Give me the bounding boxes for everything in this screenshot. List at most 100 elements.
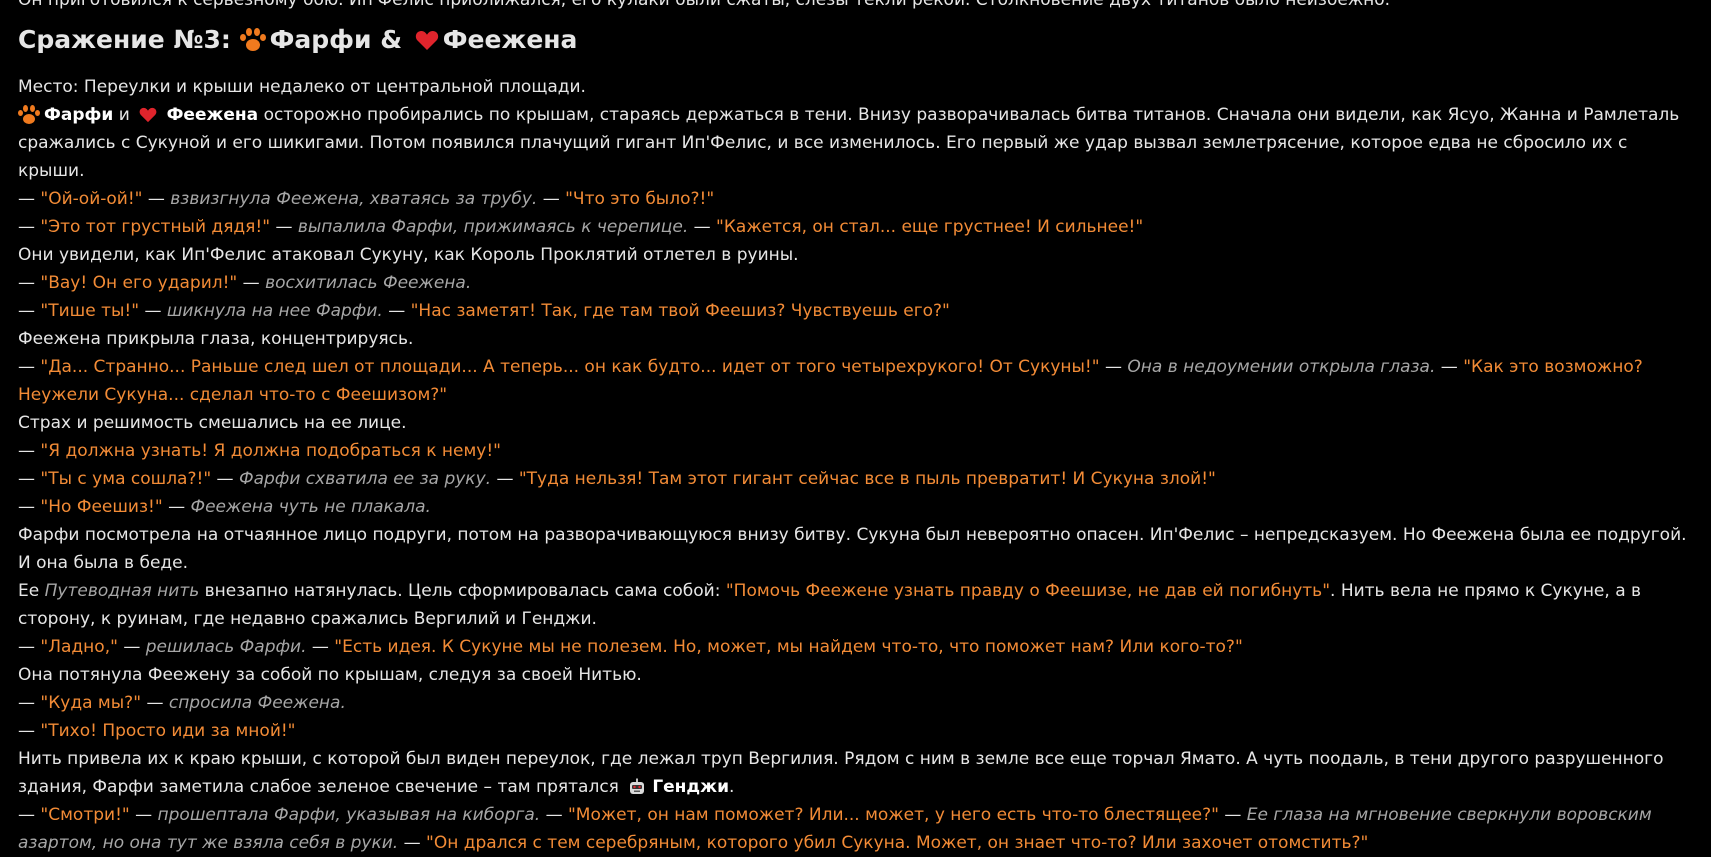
dash: — xyxy=(18,189,35,209)
battle-heading: Сражение №3: Фарфи & Феежена xyxy=(18,23,1693,57)
dialogue-quote: "Тише ты!" xyxy=(40,301,140,321)
character-name: Феежена xyxy=(166,105,259,125)
dash: — xyxy=(135,805,153,825)
narration-text: Нить привела их к краю крыши, с которой … xyxy=(18,749,1664,797)
dialogue-attribution: спросила Феежена. xyxy=(168,693,346,713)
dialogue-line: — "Ты с ума сошла?!" — Фарфи схватила ее… xyxy=(18,465,1693,493)
paw-icon xyxy=(239,28,266,52)
dash: — xyxy=(275,217,293,237)
narration-paragraph: Фарфи посмотрела на отчаянное лицо подру… xyxy=(18,525,1687,573)
dash: — xyxy=(388,301,406,321)
dash: — xyxy=(1104,357,1122,377)
heading-name-feejena: Феежена xyxy=(442,25,578,54)
paw-icon xyxy=(18,105,40,125)
heart-icon xyxy=(415,30,438,50)
dialogue-quote: "Это тот грустный дядя!" xyxy=(40,217,271,237)
dialogue-quote: "Есть идея. К Сукуне мы не полезем. Но, … xyxy=(334,637,1243,657)
dialogue-line: — "Куда мы?" — спросила Феежена. xyxy=(18,689,1693,717)
story-document: Он приготовился к серьезному бою. Ип'Фел… xyxy=(0,0,1711,857)
narration-text: внезапно натянулась. Цель сформировалась… xyxy=(204,581,721,601)
intro-paragraph: Фарфи и Феежена осторожно пробирались по… xyxy=(18,101,1693,185)
narration-text: . xyxy=(728,777,735,797)
dash: — xyxy=(144,301,162,321)
dash: — xyxy=(18,357,35,377)
narration-line: Страх и решимость смешались на ее лице. xyxy=(18,413,407,433)
dialogue-line: — "Тихо! Просто иди за мной!" xyxy=(18,717,1693,745)
intro-text: осторожно пробирались по крышам, стараяс… xyxy=(18,105,1680,181)
dash: — xyxy=(18,273,35,293)
dialogue-attribution: Фарфи схватила ее за руку. xyxy=(238,469,492,489)
dialogue-attribution: восхитилась Феежена. xyxy=(265,273,472,293)
heart-icon xyxy=(139,107,157,123)
dialogue-quote: "Смотри!" xyxy=(40,805,130,825)
dialogue-quote: "Он дрался с тем серебряным, которого уб… xyxy=(426,833,1369,853)
robot-icon xyxy=(630,778,645,794)
dialogue-quote: "Ты с ума сошла?!" xyxy=(40,469,212,489)
dash: — xyxy=(18,441,35,461)
dialogue-attribution: шикнула на нее Фарфи. xyxy=(166,301,383,321)
dash: — xyxy=(18,693,35,713)
dash: — xyxy=(242,273,260,293)
dialogue-line: — "Ладно," — решилась Фарфи. — "Есть иде… xyxy=(18,633,1693,661)
location-line: Место: Переулки и крыши недалеко от цент… xyxy=(18,77,586,97)
dash: — xyxy=(545,805,563,825)
dialogue-quote: "Может, он нам поможет? Или... может, у … xyxy=(567,805,1219,825)
dialogue-quote: "Я должна узнать! Я должна подобраться к… xyxy=(40,441,501,461)
dash: — xyxy=(147,189,165,209)
dialogue-line: — "Это тот грустный дядя!" — выпалила Фа… xyxy=(18,213,1693,241)
dash: — xyxy=(146,693,164,713)
heading-ampersand: & xyxy=(380,25,403,54)
previous-paragraph: Он приготовился к серьезному бою. Ип'Фел… xyxy=(18,0,1391,10)
dash: — xyxy=(1440,357,1458,377)
narration-paragraph: Нить привела их к краю крыши, с которой … xyxy=(18,745,1693,801)
dash: — xyxy=(18,301,35,321)
dialogue-quote: "Нас заметят! Так, где там твой Феешиз? … xyxy=(410,301,950,321)
dash: — xyxy=(18,497,35,517)
dialogue-quote: "Ой-ой-ой!" xyxy=(40,189,143,209)
dash: — xyxy=(18,637,35,657)
narration-line: Она потянула Феежену за собой по крышам,… xyxy=(18,665,642,685)
character-name: Генджи xyxy=(652,777,729,797)
dialogue-quote: "Что это было?!" xyxy=(565,189,715,209)
dialogue-line: — "Тише ты!" — шикнула на нее Фарфи. — "… xyxy=(18,297,1693,325)
heading-name-farfi: Фарфи xyxy=(269,25,372,54)
dash: — xyxy=(542,189,560,209)
dash: — xyxy=(496,469,514,489)
dialogue-attribution: Феежена чуть не плакала. xyxy=(190,497,431,517)
dialogue-line: — "Но Феешиз!" — Феежена чуть не плакала… xyxy=(18,493,1693,521)
dash: — xyxy=(403,833,421,853)
dialogue-quote: "Туда нельзя! Там этот гигант сейчас все… xyxy=(518,469,1216,489)
dash: — xyxy=(1224,805,1242,825)
dialogue-quote: "Да... Странно... Раньше след шел от пло… xyxy=(40,357,1100,377)
dash: — xyxy=(18,469,35,489)
dialogue-quote: "Кажется, он стал... еще грустнее! И сил… xyxy=(716,217,1144,237)
dash: — xyxy=(693,217,711,237)
dash: — xyxy=(18,805,35,825)
narration-line: Они увидели, как Ип'Фелис атаковал Сукун… xyxy=(18,245,799,265)
dialogue-line: — "Да... Странно... Раньше след шел от п… xyxy=(18,353,1693,409)
dialogue-attribution: выпалила Фарфи, прижимаясь к черепице. xyxy=(297,217,689,237)
dialogue-line: — "Я должна узнать! Я должна подобраться… xyxy=(18,437,1693,465)
dialogue-quote: "Тихо! Просто иди за мной!" xyxy=(40,721,296,741)
narration-line: Феежена прикрыла глаза, концентрируясь. xyxy=(18,329,414,349)
dash: — xyxy=(18,217,35,237)
heading-prefix: Сражение №3: xyxy=(18,25,231,54)
dialogue-quote: "Вау! Он его ударил!" xyxy=(40,273,238,293)
dash: — xyxy=(123,637,141,657)
narration-paragraph: Ее Путеводная нить внезапно натянулась. … xyxy=(18,577,1693,633)
dialogue-attribution: взвизгнула Феежена, хватаясь за трубу. xyxy=(170,189,538,209)
dialogue-quote: "Ладно," xyxy=(40,637,118,657)
dialogue-attribution: решилась Фарфи. xyxy=(145,637,307,657)
dash: — xyxy=(168,497,186,517)
dialogue-line: — "Ой-ой-ой!" — взвизгнула Феежена, хват… xyxy=(18,185,1693,213)
dash: — xyxy=(216,469,234,489)
dash: — xyxy=(311,637,329,657)
dialogue-quote: "Куда мы?" xyxy=(40,693,142,713)
dialogue-quote: "Но Феешиз!" xyxy=(40,497,163,517)
character-name: Фарфи xyxy=(44,105,114,125)
dialogue-line: — "Смотри!" — прошептала Фарфи, указывая… xyxy=(18,801,1693,857)
conjunction: и xyxy=(118,105,130,125)
dialogue-attribution: Она в недоумении открыла глаза. xyxy=(1127,357,1436,377)
dash: — xyxy=(18,721,35,741)
goal-quote: "Помочь Феежене узнать правду о Феешизе,… xyxy=(725,581,1331,601)
